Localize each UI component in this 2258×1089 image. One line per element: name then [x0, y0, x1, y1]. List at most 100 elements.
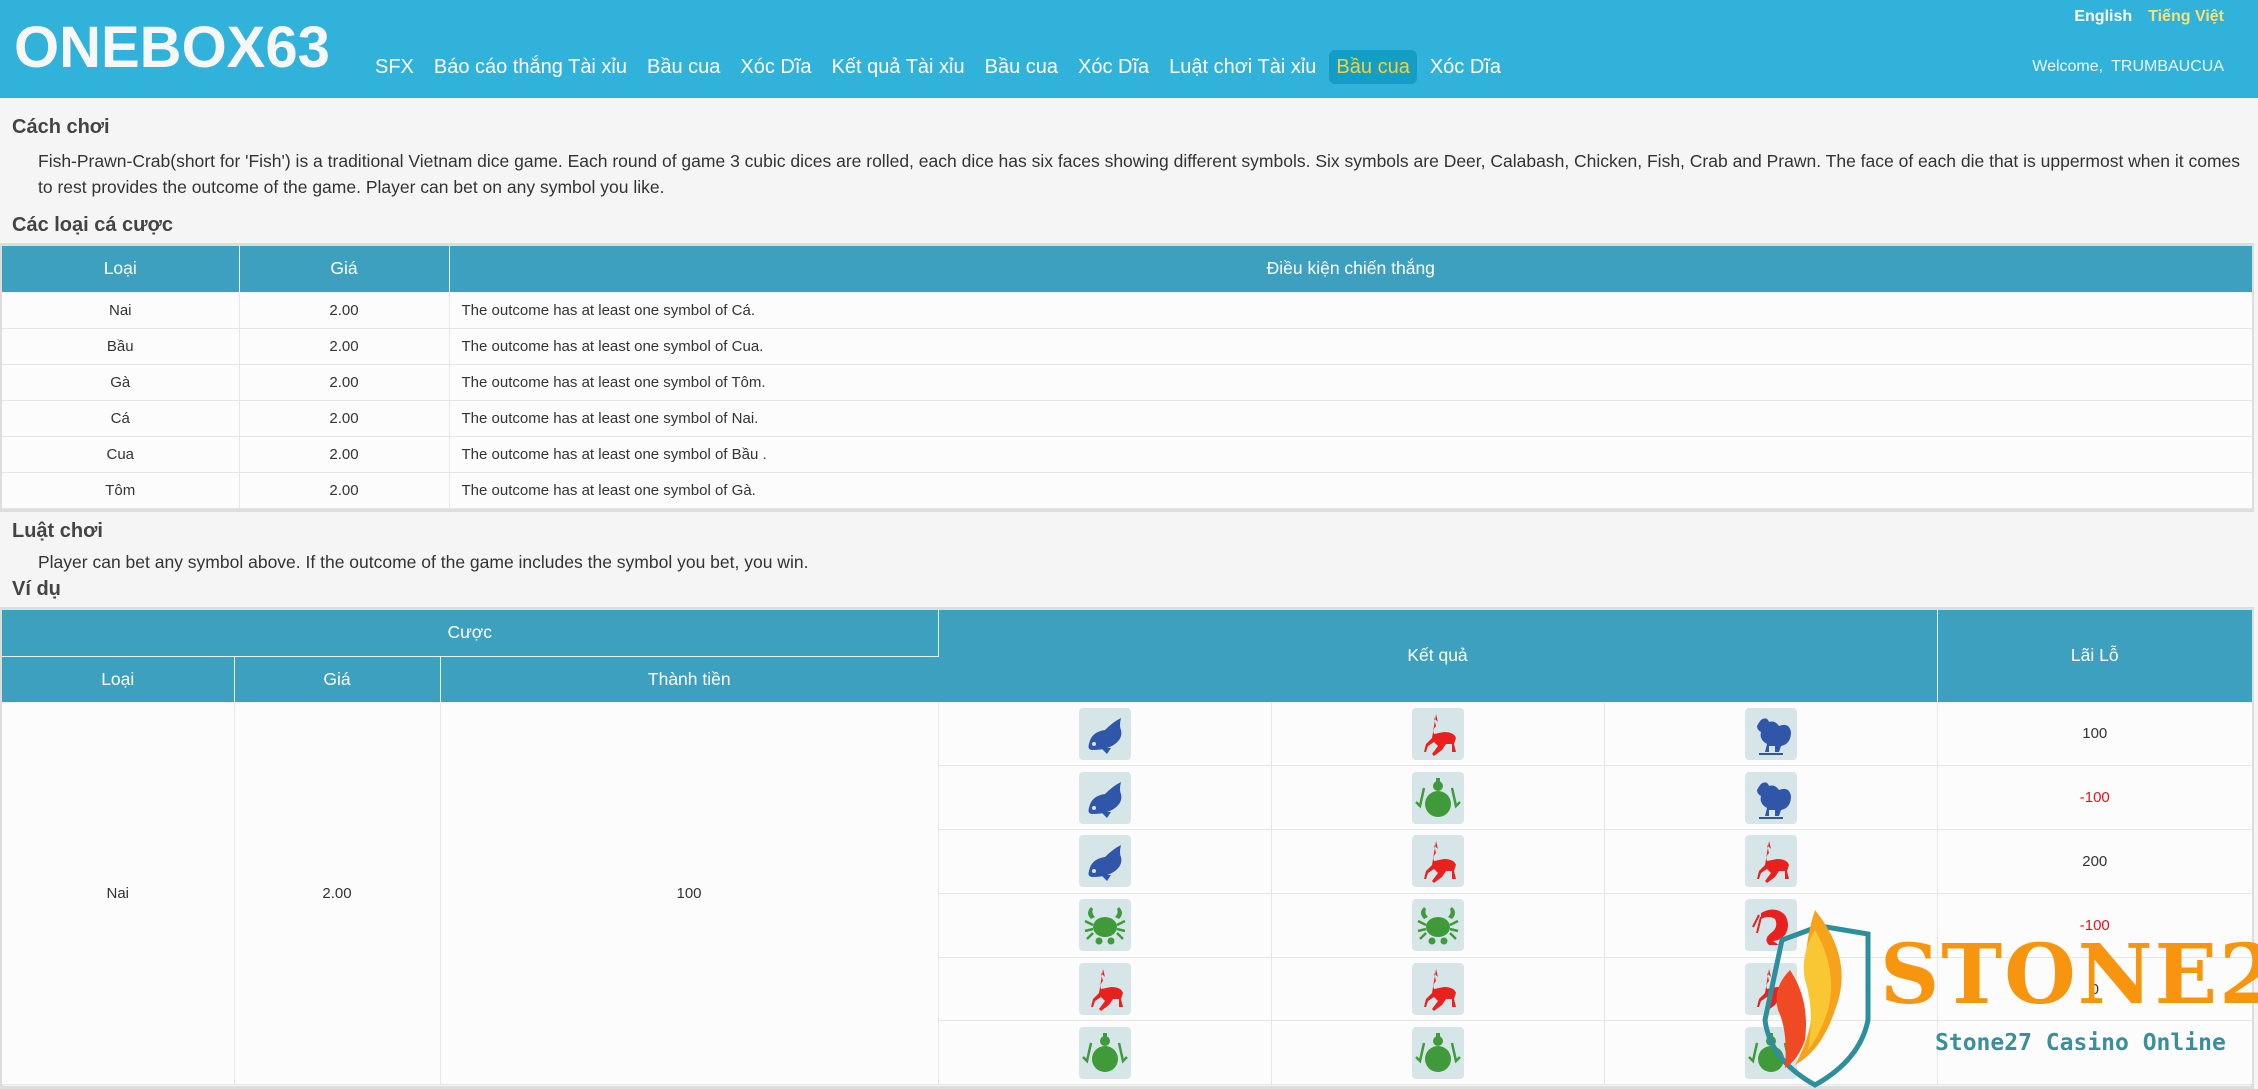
rules-text: Player can bet any symbol above. If the …	[38, 552, 809, 572]
nav-item[interactable]: Kết quả Tài xỉu	[825, 50, 972, 84]
nav-item[interactable]: Bầu cua	[640, 50, 727, 84]
welcome-label: Welcome,	[2032, 58, 2104, 75]
prawn-icon	[1744, 899, 1797, 952]
profit-loss-cell: 100	[1937, 702, 2252, 767]
nav-item[interactable]: Bầu cua	[1329, 50, 1417, 84]
die-result-cell	[1604, 957, 1938, 1022]
bet-type-cell: Cua	[2, 436, 240, 473]
nav-item[interactable]: Xóc Dĩa	[733, 50, 818, 84]
odds-cell: 2.00	[239, 436, 450, 473]
profit-loss-cell: -100	[1937, 893, 2252, 958]
welcome-user: Welcome, TRUMBAUCUA	[2032, 58, 2224, 76]
die-result-cell	[1271, 765, 1605, 831]
col-odds: Giá	[234, 656, 441, 703]
nav-item[interactable]: Xóc Dĩa	[1071, 50, 1156, 84]
deer-icon	[1411, 835, 1464, 888]
win-condition-cell: The outcome has at least one symbol of N…	[449, 400, 2252, 437]
win-condition-cell: The outcome has at least one symbol of T…	[449, 364, 2252, 401]
calabash-icon	[1411, 1026, 1464, 1079]
bet-type-cell: Nai	[2, 292, 240, 329]
nav-item[interactable]: Bầu cua	[978, 50, 1065, 84]
username[interactable]: TRUMBAUCUA	[2111, 58, 2224, 75]
crab-icon	[1078, 899, 1131, 952]
bet-group-header: Cược	[2, 610, 939, 657]
calabash-icon	[1411, 771, 1464, 824]
die-result-cell	[938, 765, 1272, 831]
win-condition-cell: The outcome has at least one symbol of C…	[449, 328, 2252, 365]
win-condition-cell: The outcome has at least one symbol of B…	[449, 436, 2252, 473]
bet-type-cell: Nai	[2, 702, 235, 1086]
die-result-cell	[1604, 702, 1938, 767]
top-header: ONEBOX63 SFX Báo cáo thắng Tài xỉu Bầu cua…	[0, 0, 2258, 98]
die-result-cell	[1271, 829, 1605, 894]
die-result-cell	[938, 1020, 1272, 1086]
die-result-cell	[1604, 765, 1938, 831]
chicken-icon	[1744, 707, 1797, 760]
deer-icon	[1411, 963, 1464, 1016]
die-result-cell	[1604, 893, 1938, 958]
col-win-condition: Điều kiện chiến thắng	[449, 246, 2252, 293]
rules-heading: Luật chơi	[12, 520, 103, 542]
odds-cell: 2.00	[239, 472, 450, 509]
die-result-cell	[1604, 1020, 1938, 1086]
col-profit-loss: Lãi Lỗ	[1937, 610, 2252, 703]
odds-cell: 2.00	[239, 328, 450, 365]
profit-loss-cell	[1937, 1020, 2252, 1086]
odds-cell: 2.00	[239, 364, 450, 401]
bet-type-cell: Bầu	[2, 328, 240, 365]
nav-item[interactable]: SFX	[368, 50, 421, 84]
col-odds: Giá	[239, 246, 450, 293]
lang-vietnamese-link[interactable]: Tiếng Việt	[2148, 8, 2224, 26]
win-condition-cell: The outcome has at least one symbol of G…	[449, 472, 2252, 509]
lang-english-link[interactable]: English	[2074, 8, 2132, 26]
bet-type-row: Bầu 2.00 The outcome has at least one symb…	[2, 328, 2252, 365]
die-result-cell	[1271, 957, 1605, 1022]
profit-loss-cell: 0	[1937, 957, 2252, 1022]
col-amount: Thành tiền	[440, 656, 938, 703]
bet-type-row: Tôm 2.00 The outcome has at least one symb…	[2, 472, 2252, 509]
deer-icon	[1744, 963, 1797, 1016]
col-type: Loại	[2, 656, 235, 703]
language-switcher: English Tiếng Việt	[2074, 8, 2224, 26]
chicken-icon	[1744, 771, 1797, 824]
nav-item[interactable]: Luật chơi Tài xỉu	[1162, 50, 1323, 84]
die-result-cell	[938, 702, 1272, 767]
col-type: Loại	[2, 246, 240, 293]
die-result-cell	[938, 893, 1272, 958]
site-logo[interactable]: ONEBOX63	[14, 14, 330, 82]
win-condition-cell: The outcome has at least one symbol of C…	[449, 292, 2252, 329]
odds-cell: 2.00	[239, 400, 450, 437]
die-result-cell	[1271, 1020, 1605, 1086]
fish-icon	[1078, 707, 1131, 760]
profit-loss-cell: 200	[1937, 829, 2252, 894]
example-row: Nai 2.00 100 100	[2, 702, 2252, 1086]
profit-loss-cell: -100	[1937, 765, 2252, 831]
die-result-cell	[938, 829, 1272, 894]
die-result-cell	[1604, 829, 1938, 894]
die-result-cell	[1271, 702, 1605, 767]
example-table: Cược Kết quả Lãi Lỗ Loại Giá Thành tiền …	[2, 610, 2252, 1086]
example-heading: Ví dụ	[12, 578, 61, 600]
fish-icon	[1078, 835, 1131, 888]
bet-type-row: Gà 2.00 The outcome has at least one symbo…	[2, 364, 2252, 401]
nav-item[interactable]: Xóc Dĩa	[1423, 50, 1508, 84]
col-result: Kết quả	[938, 610, 1938, 703]
deer-icon	[1078, 963, 1131, 1016]
fish-icon	[1078, 771, 1131, 824]
how-to-play-text: Fish-Prawn-Crab(short for 'Fish') is a t…	[38, 151, 2241, 197]
bet-type-row: Cá 2.00 The outcome has at least one symbo…	[2, 400, 2252, 437]
bet-type-row: Nai 2.00 The outcome has at least one symb…	[2, 292, 2252, 329]
die-result-cell	[938, 957, 1272, 1022]
calabash-icon	[1744, 1026, 1797, 1079]
amount-cell: 100	[440, 702, 939, 1086]
how-to-play-heading: Cách chơi	[12, 116, 110, 138]
bet-types-heading: Các loại cá cược	[12, 214, 174, 236]
deer-icon	[1411, 707, 1464, 760]
nav-item[interactable]: Báo cáo thắng Tài xỉu	[427, 50, 634, 84]
odds-cell: 2.00	[234, 702, 441, 1086]
die-result-cell	[1271, 893, 1605, 958]
bet-type-cell: Cá	[2, 400, 240, 437]
bet-type-cell: Tôm	[2, 472, 240, 509]
bet-type-cell: Gà	[2, 364, 240, 401]
calabash-icon	[1078, 1026, 1131, 1079]
